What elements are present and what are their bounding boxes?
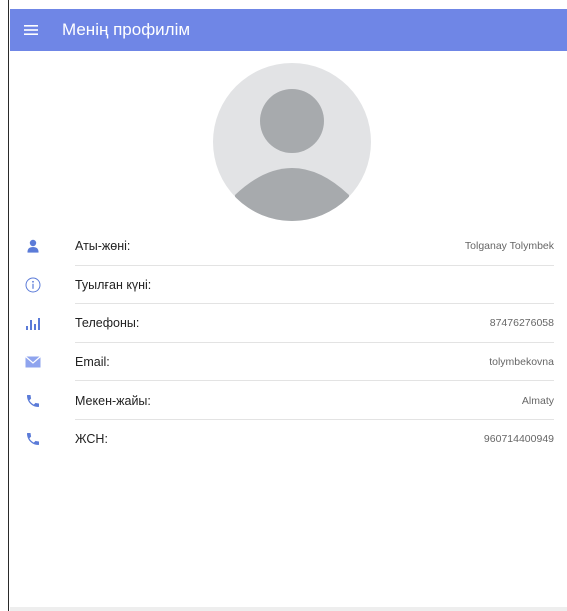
- person-silhouette-icon: [235, 89, 349, 221]
- name-label: Аты-жөні:: [75, 239, 131, 254]
- email-label: Email:: [75, 355, 110, 370]
- phone-label: Телефоны:: [75, 316, 140, 331]
- person-icon: [24, 237, 42, 255]
- profile-row-address: Мекен-жайы: Almaty: [10, 381, 567, 420]
- address-label: Мекен-жайы:: [75, 393, 151, 408]
- envelope-icon: [24, 353, 42, 371]
- profile-details-list: Аты-жөні: Tolganay Tolymbek Туылған күні…: [10, 227, 567, 459]
- name-value: Tolganay Tolymbek: [464, 240, 554, 253]
- top-border: [9, 0, 567, 9]
- email-value: tolymbekovna: [489, 356, 554, 369]
- avatar[interactable]: [213, 63, 371, 221]
- profile-row-name: Аты-жөні: Tolganay Tolymbek: [10, 227, 567, 266]
- signal-bars-icon: [24, 314, 42, 332]
- screen-frame: Менің профилім Аты-жөні: Tolganay Tolymb…: [0, 0, 567, 611]
- profile-row-email: Email: tolymbekovna: [10, 343, 567, 382]
- phone-value: 87476276058: [489, 317, 554, 330]
- iin-value: 960714400949: [483, 433, 554, 446]
- iin-label: ЖСН:: [75, 432, 108, 447]
- profile-row-birthdate: Туылған күні:: [10, 266, 567, 305]
- birthdate-label: Туылған күні:: [75, 277, 152, 292]
- profile-row-iin: ЖСН: 960714400949: [10, 420, 567, 459]
- bottom-edge: [10, 607, 567, 611]
- phone-icon: [24, 430, 42, 448]
- left-border: [0, 0, 9, 611]
- address-value: Almaty: [521, 394, 554, 407]
- avatar-section: [10, 51, 567, 229]
- app-bar: Менің профилім: [10, 9, 567, 51]
- profile-screen: Менің профилім Аты-жөні: Tolganay Tolymb…: [10, 9, 567, 611]
- phone-icon: [24, 392, 42, 410]
- hamburger-menu-icon[interactable]: [10, 9, 52, 51]
- profile-row-phone: Телефоны: 87476276058: [10, 304, 567, 343]
- info-icon: [24, 276, 42, 294]
- page-title: Менің профилім: [62, 20, 191, 39]
